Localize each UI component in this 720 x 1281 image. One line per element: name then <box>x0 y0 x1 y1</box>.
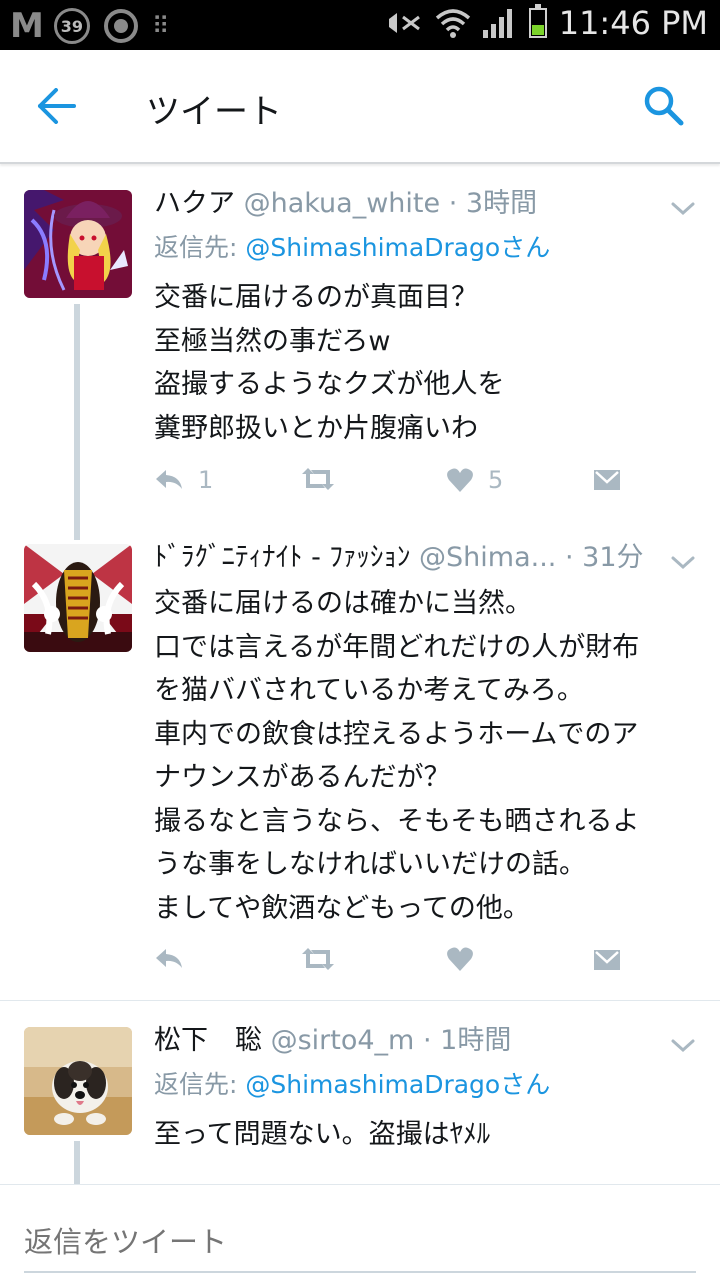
signal-icon <box>482 9 512 38</box>
tweet-text: 至って問題ない。盗撮はﾔﾒﾙ <box>154 1119 491 1150</box>
tweet-header: ハクア @hakua_white · 3時間 <box>154 184 690 224</box>
reply-icon <box>156 949 182 968</box>
chevron-down-icon[interactable] <box>670 200 696 218</box>
battery-icon <box>528 4 547 38</box>
tweet-content: 松下 聡 @sirto4_m · 1時間 返信先: @ShimashimaDra… <box>154 1021 690 1157</box>
back-arrow-icon[interactable] <box>36 88 76 124</box>
retweet-button[interactable] <box>300 946 350 972</box>
tweet-actions: 1 5 <box>154 466 634 506</box>
timestamp[interactable]: 3時間 <box>466 188 537 219</box>
reply-button[interactable]: 1 <box>154 466 213 494</box>
tweet-item[interactable]: ﾄﾞﾗｸﾞﾆﾃｨﾅｲﾄ - ﾌｧｯｼｮﾝ @Shima... · 31分 交番に… <box>0 538 720 1000</box>
clock: 11:46 PM <box>558 4 708 42</box>
notification-count-badge: 39 <box>53 8 90 44</box>
direct-message-button[interactable] <box>592 466 622 492</box>
heart-icon <box>447 468 473 492</box>
tweet-header: ﾄﾞﾗｸﾞﾆﾃｨﾅｲﾄ - ﾌｧｯｼｮﾝ @Shima... · 31分 <box>154 538 690 578</box>
top-app-bar: ツイート <box>0 50 720 164</box>
user-handle[interactable]: @hakua_white <box>244 188 441 219</box>
tweet-content: ハクア @hakua_white · 3時間 返信先: @ShimashimaD… <box>154 184 690 450</box>
tweet-text: 交番に届けるのは確かに当然。 口では言えるが年間どれだけの人が財布 を猫ババされ… <box>154 588 640 924</box>
tweet-item[interactable]: 松下 聡 @sirto4_m · 1時間 返信先: @ShimashimaDra… <box>0 1001 720 1184</box>
user-handle[interactable]: @sirto4_m <box>271 1025 415 1056</box>
reply-icon <box>156 470 182 489</box>
heart-icon <box>447 947 473 971</box>
display-name[interactable]: ﾄﾞﾗｸﾞﾆﾃｨﾅｲﾄ - ﾌｧｯｼｮﾝ <box>154 542 410 573</box>
avatar[interactable] <box>24 1027 132 1135</box>
reply-count: 1 <box>198 466 214 494</box>
mute-icon <box>388 13 420 33</box>
reply-mention-link[interactable]: @ShimashimaDragoさん <box>245 233 550 262</box>
retweet-button[interactable] <box>300 466 350 492</box>
thread-connector <box>74 1141 80 1184</box>
display-name[interactable]: ハクア <box>154 188 235 219</box>
reply-mention-link[interactable]: @ShimashimaDragoさん <box>245 1070 550 1099</box>
envelope-icon <box>594 470 620 490</box>
direct-message-button[interactable] <box>592 946 622 972</box>
carrier-logo-icon: M <box>10 6 44 46</box>
page-title: ツイート <box>146 92 282 132</box>
reply-to-line: 返信先: @ShimashimaDragoさん <box>154 228 690 268</box>
reply-to-label: 返信先: <box>154 233 238 262</box>
tweet-item[interactable]: ハクア @hakua_white · 3時間 返信先: @ShimashimaD… <box>0 164 720 540</box>
user-handle[interactable]: @Shima... <box>419 542 556 573</box>
tweet-header: 松下 聡 @sirto4_m · 1時間 <box>154 1021 690 1061</box>
reply-to-label: 返信先: <box>154 1070 238 1099</box>
status-bar: M 39 ⠿ 11:46 PM <box>0 0 720 50</box>
search-icon[interactable] <box>642 84 686 128</box>
tweet-content: ﾄﾞﾗｸﾞﾆﾃｨﾅｲﾄ - ﾌｧｯｼｮﾝ @Shima... · 31分 交番に… <box>154 538 690 930</box>
avatar[interactable] <box>24 544 132 652</box>
separator-dot: · <box>448 188 458 219</box>
separator-dot: · <box>564 542 574 573</box>
like-count: 5 <box>488 466 504 494</box>
avatar[interactable] <box>24 190 132 298</box>
tweet-text: 交番に届けるのが真面目？ 至極当然の事だろw 盗撮するようなクズが他人を 糞野郎… <box>154 282 505 444</box>
retweet-icon <box>302 948 334 970</box>
tweet-list: ハクア @hakua_white · 3時間 返信先: @ShimashimaD… <box>0 164 720 1184</box>
envelope-icon <box>594 950 620 970</box>
like-button[interactable]: 5 <box>446 466 503 494</box>
sync-icon <box>103 9 138 43</box>
retweet-icon <box>302 468 334 490</box>
reply-to-line: 返信先: @ShimashimaDragoさん <box>154 1065 690 1105</box>
reply-button[interactable] <box>154 946 198 972</box>
display-name[interactable]: 松下 聡 <box>154 1025 262 1056</box>
timestamp[interactable]: 1時間 <box>440 1025 511 1056</box>
wifi-icon <box>435 9 470 38</box>
thread-connector <box>74 304 80 540</box>
reply-composer <box>0 1184 720 1281</box>
input-underline <box>24 1271 696 1273</box>
timestamp[interactable]: 31分 <box>582 542 643 573</box>
like-button[interactable] <box>446 946 488 972</box>
chevron-down-icon[interactable] <box>670 1037 696 1055</box>
separator-dot: · <box>422 1025 432 1056</box>
reply-input[interactable] <box>24 1211 696 1273</box>
usb-icon: ⠿ <box>151 12 170 40</box>
tweet-actions <box>154 946 634 986</box>
chevron-down-icon[interactable] <box>670 554 696 572</box>
